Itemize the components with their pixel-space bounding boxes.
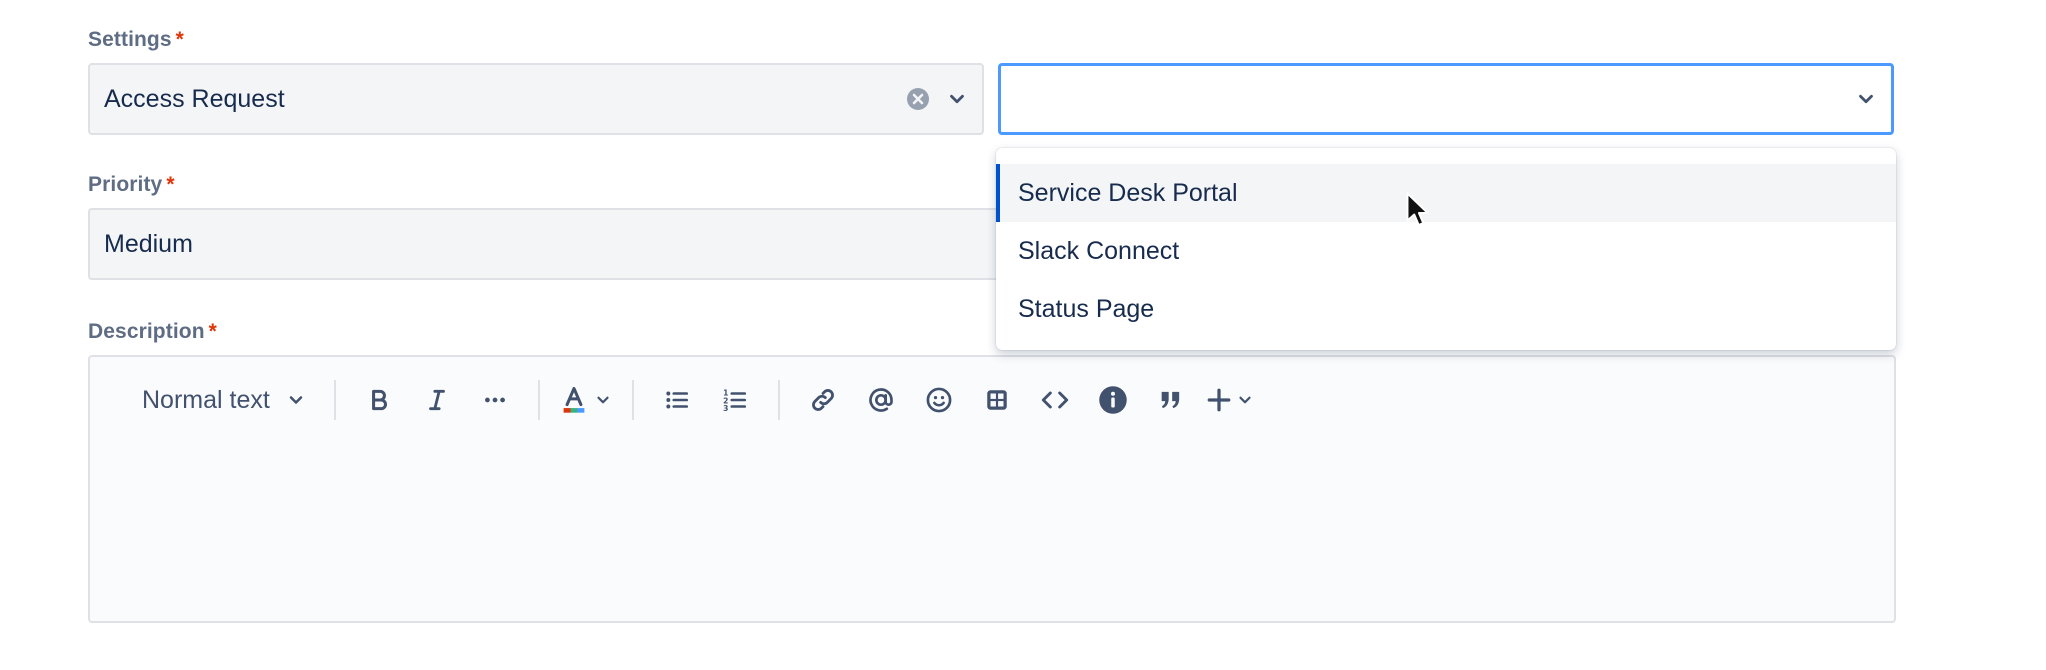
priority-select-value: Medium [104,229,193,258]
table-icon[interactable] [974,377,1020,423]
toolbar-divider [537,380,540,420]
option-label: Status Page [1018,294,1155,323]
clear-icon[interactable] [906,87,930,111]
editor-toolbar: Normal text 123 [90,375,1894,425]
chevron-down-icon [597,396,609,404]
priority-label: Priority * [88,173,175,197]
option-label: Slack Connect [1018,236,1180,265]
toolbar-divider [631,380,634,420]
numbered-list-icon[interactable]: 123 [712,377,758,423]
mouse-cursor-icon [1406,192,1430,233]
toolbar-divider [777,380,780,420]
italic-icon[interactable] [414,377,460,423]
option-label: Service Desk Portal [1018,178,1238,207]
chevron-down-icon[interactable] [946,88,968,110]
option-status-page[interactable]: Status Page [996,280,1896,338]
code-icon[interactable] [1032,377,1078,423]
bullet-list-icon[interactable] [654,377,700,423]
svg-text:3: 3 [723,404,728,413]
priority-label-text: Priority [88,173,163,196]
chevron-down-icon [289,396,303,404]
text-style-label: Normal text [142,385,270,414]
info-panel-icon[interactable] [1090,377,1136,423]
settings-label: Settings * [88,28,184,52]
text-style-dropdown[interactable]: Normal text [142,377,314,423]
settings-sub-select[interactable] [998,63,1894,135]
description-editor[interactable]: Normal text 123 [88,355,1896,623]
chevron-down-icon [1239,396,1251,404]
quote-icon[interactable] [1148,377,1194,423]
toolbar-divider [333,380,336,420]
settings-label-text: Settings [88,28,172,51]
mention-icon[interactable] [858,377,904,423]
more-formatting-icon[interactable] [472,377,518,423]
option-service-desk-portal[interactable]: Service Desk Portal [996,164,1896,222]
settings-required-mark: * [175,28,184,51]
dropdown-menu: Service Desk Portal Slack Connect Status… [996,148,1896,350]
option-slack-connect[interactable]: Slack Connect [996,222,1896,280]
link-icon[interactable] [800,377,846,423]
settings-select-value: Access Request [104,84,285,113]
bold-icon[interactable] [356,377,402,423]
settings-select[interactable]: Access Request [88,63,984,135]
text-color-icon[interactable] [560,377,612,423]
insert-plus-icon[interactable] [1206,377,1254,423]
emoji-icon[interactable] [916,377,962,423]
description-label-text: Description [88,320,205,343]
chevron-down-icon[interactable] [1855,88,1877,110]
description-label: Description * [88,320,217,344]
priority-required-mark: * [166,173,175,196]
description-required-mark: * [208,320,217,343]
